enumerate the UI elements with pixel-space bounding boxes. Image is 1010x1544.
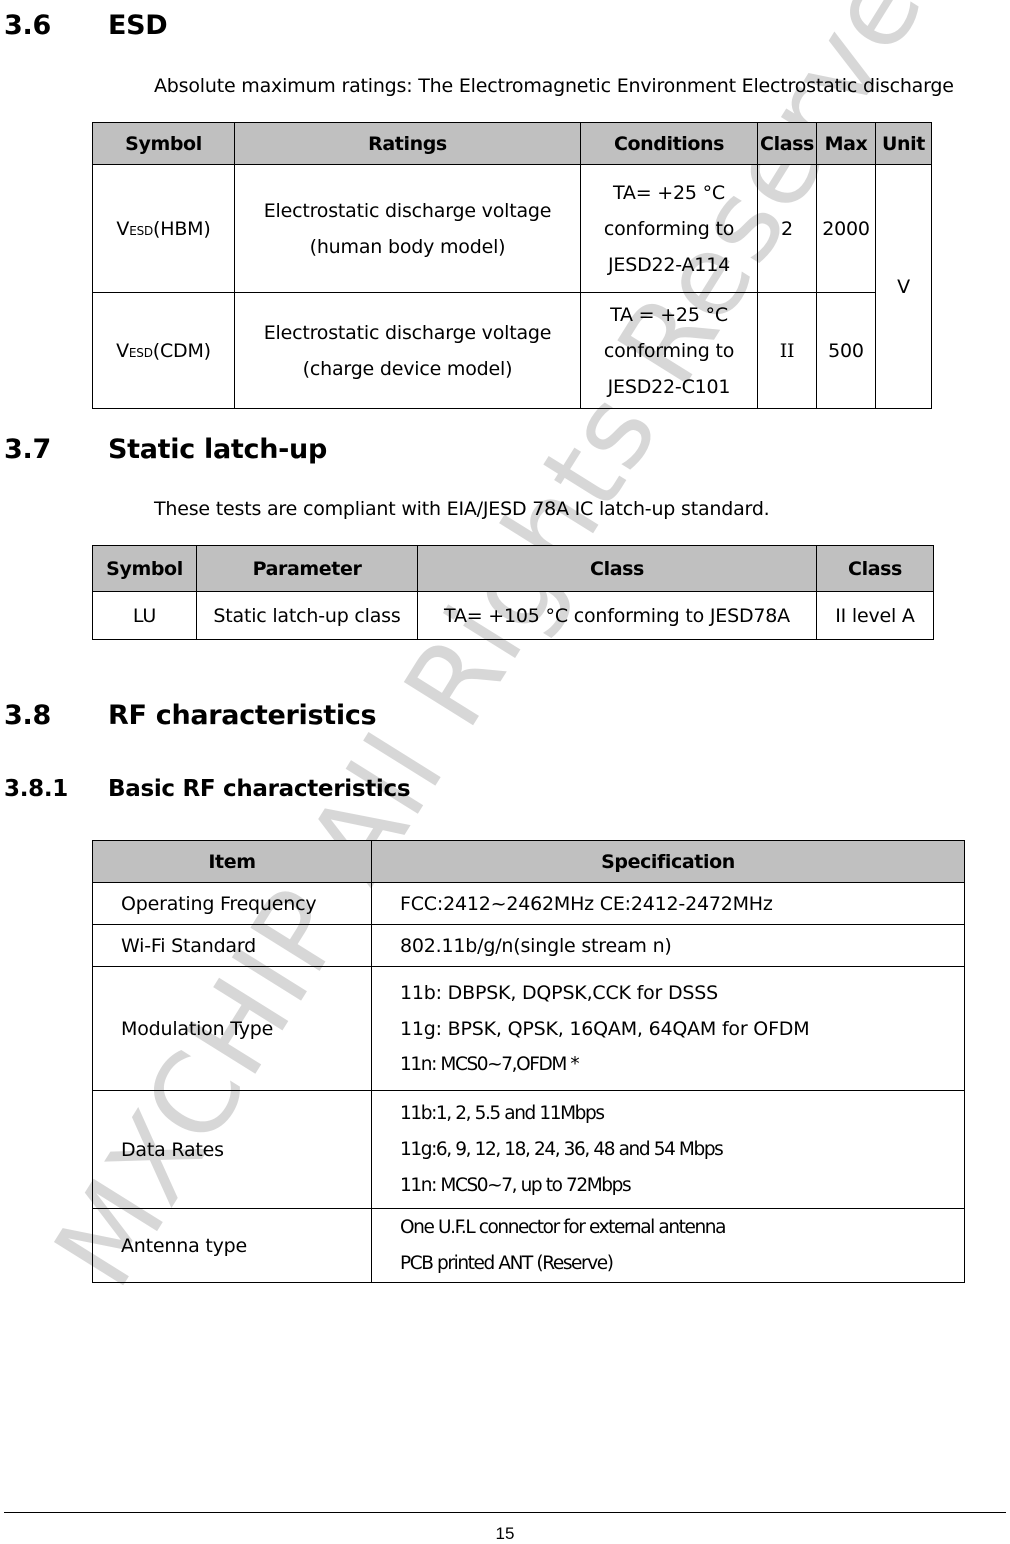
section-heading-latchup: 3.7 Static latch-up: [0, 434, 1010, 474]
section-number: 3.7: [4, 434, 51, 465]
condition-cell: TA= +105 °C conforming to JESD78A: [417, 591, 817, 640]
section-number: 3.8: [4, 700, 51, 731]
subsection-number: 3.8.1: [4, 776, 68, 802]
class-cell: 2: [757, 164, 817, 293]
subsection-heading-basic-rf: 3.8.1 Basic RF characteristics: [0, 776, 1010, 808]
condition-line: conforming to: [603, 339, 735, 362]
class-cell: II level A: [816, 591, 934, 640]
class-cell: II: [757, 292, 817, 409]
section-heading-esd: 3.6 ESD: [0, 10, 1010, 50]
ratings-cell: Electrostatic discharge voltage (human b…: [234, 164, 581, 293]
condition-line: conforming to: [603, 217, 735, 240]
footer-divider: [4, 1512, 1006, 1513]
symbol-suffix: (HBM): [153, 217, 211, 240]
latchup-intro-paragraph: These tests are compliant with EIA/JESD …: [154, 498, 770, 520]
item-cell: Modulation Type: [92, 966, 372, 1091]
esd-intro-paragraph: Absolute maximum ratings: The Electromag…: [154, 75, 954, 97]
rf-characteristics-table: Item Specification Operating Frequency F…: [92, 840, 965, 1283]
unit-cell: V: [875, 164, 932, 409]
latchup-table: Symbol Parameter Class Class LU Static l…: [92, 545, 934, 640]
spec-line: 11b: DBPSK, DQPSK,CCK for DSSS: [400, 981, 719, 1004]
spec-cell: 11b: DBPSK, DQPSK,CCK for DSSS 11g: BPSK…: [371, 966, 965, 1091]
page-number: 15: [495, 1524, 515, 1543]
symbol-suffix: (CDM): [152, 339, 211, 362]
symbol-cell: LU: [92, 591, 197, 640]
table-row: Antenna type One U.F.L connector for ext…: [92, 1208, 965, 1283]
spec-cell: One U.F.L connector for external antenna…: [371, 1208, 965, 1283]
item-cell: Data Rates: [92, 1090, 372, 1209]
section-heading-rf: 3.8 RF characteristics: [0, 700, 1010, 740]
table-row: VESD(HBM) Electrostatic discharge voltag…: [92, 164, 932, 409]
section-title: Static latch-up: [108, 434, 328, 465]
ratings-line: (charge device model): [302, 357, 513, 380]
item-cell: Operating Frequency: [92, 882, 372, 925]
condition-line: JESD22-C101: [607, 375, 731, 398]
condition-line: TA = +25 °C: [610, 303, 728, 326]
max-cell: 2000: [816, 164, 876, 293]
spec-line: FCC:2412~2462MHz CE:2412-2472MHz: [400, 892, 773, 915]
spec-line: 11b:1, 2, 5.5 and 11Mbps: [400, 1102, 605, 1124]
spec-line: 11n: MCS0~7, up to 72Mbps: [400, 1174, 632, 1196]
header-class: Class: [417, 545, 817, 592]
spec-cell: 11b:1, 2, 5.5 and 11Mbps 11g:6, 9, 12, 1…: [371, 1090, 965, 1209]
spec-line: 802.11b/g/n(single stream n): [400, 934, 672, 957]
header-unit: Unit: [875, 122, 932, 165]
table-row: Wi-Fi Standard 802.11b/g/n(single stream…: [92, 924, 965, 967]
table-row: LU Static latch-up class TA= +105 °C con…: [92, 591, 934, 640]
header-max: Max: [816, 122, 876, 165]
spec-line: One U.F.L connector for external antenna: [400, 1216, 726, 1238]
section-number: 3.6: [4, 10, 51, 41]
ratings-line: Electrostatic discharge voltage: [263, 321, 552, 344]
condition-line: TA= +25 °C: [613, 181, 725, 204]
spec-cell: FCC:2412~2462MHz CE:2412-2472MHz: [371, 882, 965, 925]
table-header-row: Symbol Ratings Conditions Class Max Unit: [92, 122, 932, 165]
header-class: Class: [816, 545, 934, 592]
ratings-cell: Electrostatic discharge voltage (charge …: [234, 292, 581, 409]
table-header-row: Item Specification: [92, 840, 965, 883]
conditions-cell: TA= +25 °C conforming to JESD22-A114: [580, 164, 758, 293]
esd-table: Symbol Ratings Conditions Class Max Unit…: [92, 122, 932, 409]
spec-line: 11g: BPSK, QPSK, 16QAM, 64QAM for OFDM: [400, 1017, 810, 1040]
table-row: VESD(CDM) Electrostatic discharge voltag…: [92, 292, 932, 409]
header-class: Class: [757, 122, 817, 165]
spec-cell: 802.11b/g/n(single stream n): [371, 924, 965, 967]
ratings-line: (human body model): [309, 235, 506, 258]
section-title: ESD: [108, 10, 168, 41]
item-cell: Wi-Fi Standard: [92, 924, 372, 967]
symbol-cell: VESD(CDM): [92, 292, 235, 409]
spec-line: 11n: MCS0~7,OFDM *: [400, 1053, 580, 1075]
symbol-subscript: ESD: [129, 223, 154, 238]
spec-line: PCB printed ANT (Reserve): [400, 1252, 614, 1274]
ratings-line: Electrostatic discharge voltage: [263, 199, 552, 222]
header-item: Item: [92, 840, 372, 883]
condition-line: JESD22-A114: [608, 253, 730, 276]
table-header-row: Symbol Parameter Class Class: [92, 545, 934, 592]
symbol-main: V: [116, 339, 129, 362]
header-conditions: Conditions: [580, 122, 758, 165]
table-row: Operating Frequency FCC:2412~2462MHz CE:…: [92, 882, 965, 925]
symbol-subscript: ESD: [128, 345, 153, 360]
spec-line: 11g:6, 9, 12, 18, 24, 36, 48 and 54 Mbps: [400, 1138, 724, 1160]
header-symbol: Symbol: [92, 545, 197, 592]
header-specification: Specification: [371, 840, 965, 883]
item-cell: Antenna type: [92, 1208, 372, 1283]
header-ratings: Ratings: [234, 122, 581, 165]
section-title: RF characteristics: [108, 700, 377, 731]
table-row: Data Rates 11b:1, 2, 5.5 and 11Mbps 11g:…: [92, 1090, 965, 1209]
table-row: Modulation Type 11b: DBPSK, DQPSK,CCK fo…: [92, 966, 965, 1091]
subsection-title: Basic RF characteristics: [108, 776, 411, 802]
symbol-main: V: [116, 217, 130, 240]
header-symbol: Symbol: [92, 122, 235, 165]
conditions-cell: TA = +25 °C conforming to JESD22-C101: [580, 292, 758, 409]
symbol-cell: VESD(HBM): [92, 164, 235, 293]
max-cell: 500: [816, 292, 876, 409]
parameter-cell: Static latch-up class: [196, 591, 418, 640]
header-parameter: Parameter: [196, 545, 418, 592]
